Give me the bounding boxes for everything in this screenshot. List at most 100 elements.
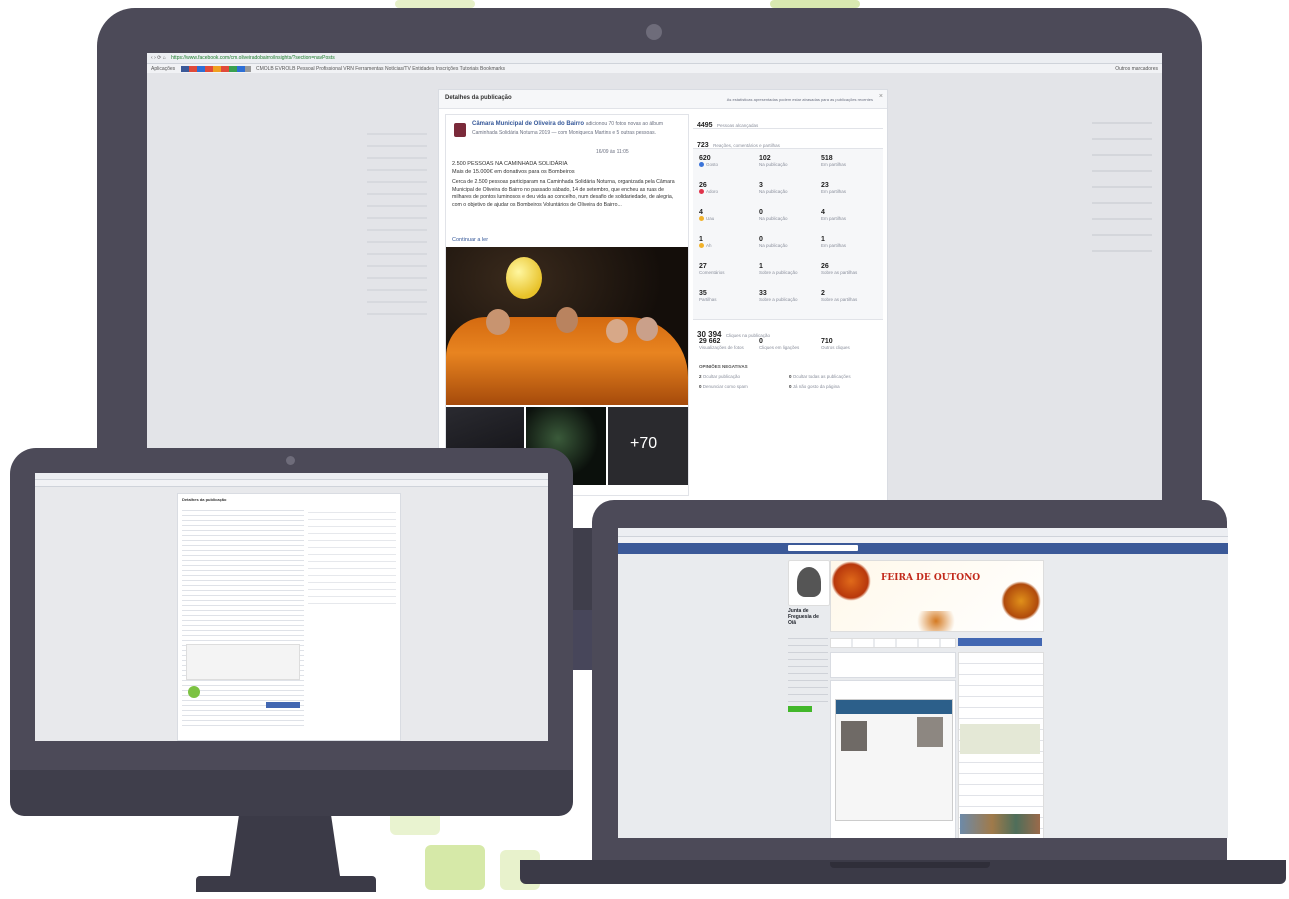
bookmark-item[interactable]: Entidades bbox=[412, 66, 434, 72]
balloon-shape bbox=[506, 257, 542, 299]
page-left-menu bbox=[788, 632, 828, 702]
bookmark-item[interactable]: Ferramentas bbox=[355, 66, 383, 72]
stat-label: Em partilhas bbox=[821, 162, 847, 167]
like-page-button[interactable] bbox=[958, 638, 1042, 646]
cover-banner[interactable]: FEIRA DE OUTONO bbox=[830, 560, 1044, 632]
facebook-top-bar bbox=[618, 543, 1228, 554]
photo-views-label: Visualizações de fotos bbox=[699, 345, 744, 350]
home-icon[interactable]: ⌂ bbox=[163, 55, 166, 61]
wow-count: 4 bbox=[699, 209, 703, 216]
bookmark-item[interactable]: Profissional bbox=[316, 66, 342, 72]
bookmark-item[interactable]: Bookmarks bbox=[480, 66, 505, 72]
banner-title: FEIRA DE OUTONO bbox=[881, 573, 981, 583]
post-body: Cerca de 2.500 pessoas participaram na C… bbox=[452, 179, 675, 208]
bookmark-item[interactable]: VRN bbox=[343, 66, 354, 72]
photo-strip[interactable] bbox=[960, 814, 1040, 834]
stat-value: 518 bbox=[821, 155, 833, 162]
continue-reading-link[interactable]: Continuar a ler bbox=[452, 237, 488, 243]
stat-value: 4 bbox=[821, 209, 825, 216]
stat-label: Sobre as partilhas bbox=[821, 270, 858, 275]
negative-label: Denunciar como spam bbox=[702, 384, 748, 389]
post-card: Câmara Municipal de Oliveira do Bairro a… bbox=[445, 114, 689, 496]
post-date[interactable]: 16/09 às 11:05 bbox=[596, 149, 629, 156]
reload-icon[interactable]: ⟳ bbox=[157, 55, 161, 61]
comments-count: 27 bbox=[699, 263, 707, 270]
like-count: 620 bbox=[699, 155, 711, 162]
stat-label: Sobre a publicação bbox=[759, 297, 798, 302]
negative-label: Já não gosto da página bbox=[792, 384, 840, 389]
more-photos-count: +70 bbox=[630, 435, 658, 452]
stat-label: Na publicação bbox=[759, 162, 788, 167]
negative-feedback-title: OPINIÕES NEGATIVAS bbox=[699, 364, 748, 369]
haha-label: Ah bbox=[706, 243, 712, 248]
love-icon bbox=[699, 189, 704, 195]
link-clicks-count: 0 bbox=[759, 338, 763, 345]
negative-value: 0 bbox=[699, 384, 702, 389]
love-label: Adoro bbox=[706, 189, 719, 194]
dialog-header: Detalhes da publicação As estatísticas a… bbox=[439, 90, 887, 109]
stat-label: Na publicação bbox=[759, 243, 788, 248]
shares-label: Partilhas bbox=[699, 297, 717, 302]
laptop-notch bbox=[830, 862, 990, 868]
browser-toolbar bbox=[35, 473, 548, 480]
check-icon bbox=[188, 686, 200, 698]
map-widget[interactable] bbox=[960, 724, 1040, 754]
small-monitor-stand bbox=[230, 816, 340, 876]
feed-post bbox=[830, 680, 956, 838]
wow-label: Uau bbox=[706, 216, 715, 221]
search-input[interactable] bbox=[788, 545, 858, 551]
close-icon[interactable]: × bbox=[879, 93, 883, 100]
avatar[interactable] bbox=[454, 123, 466, 137]
link-clicks-label: Cliques em ligações bbox=[759, 345, 800, 350]
bookmark-item[interactable]: EVROLB bbox=[275, 66, 295, 72]
action-button[interactable] bbox=[788, 706, 812, 712]
post-author[interactable]: Câmara Municipal de Oliveira do Bairro bbox=[472, 121, 584, 127]
stat-label: Em partilhas bbox=[821, 243, 847, 248]
small-monitor-base bbox=[196, 876, 376, 892]
bookmark-item[interactable]: Pessoal bbox=[297, 66, 315, 72]
page-name[interactable]: Junta de Freguesia de Oiã bbox=[788, 608, 828, 626]
post-details-dialog: Detalhes da publicação bbox=[177, 493, 401, 741]
stats-column: 4495 Pessoas alcançadas 723 Reações, com… bbox=[693, 110, 883, 525]
primary-button[interactable] bbox=[266, 702, 300, 708]
url-bar[interactable]: https://www.facebook.com/cm.oliveiradoba… bbox=[171, 55, 335, 61]
like-icon bbox=[699, 162, 704, 168]
laptop-screen: Junta de Freguesia de Oiã FEIRA DE OUTON… bbox=[618, 528, 1228, 838]
small-monitor-chin bbox=[10, 770, 573, 816]
wow-icon bbox=[699, 216, 704, 222]
haha-count: 1 bbox=[699, 236, 703, 243]
dialog-title: Detalhes da publicação bbox=[445, 95, 512, 101]
stat-value: 102 bbox=[759, 155, 771, 162]
create-post-box[interactable] bbox=[830, 652, 956, 678]
page-logo[interactable] bbox=[788, 560, 830, 606]
decorative-square bbox=[425, 845, 485, 890]
bookmark-item[interactable]: Notícias/TV bbox=[385, 66, 411, 72]
stat-label: Na publicação bbox=[759, 189, 788, 194]
bookmark-item[interactable]: Tutoriais bbox=[460, 66, 479, 72]
stat-label: Em partilhas bbox=[821, 216, 847, 221]
negative-label: Ocultar todas as publicações bbox=[792, 374, 851, 379]
camera-icon bbox=[646, 24, 662, 40]
stat-label: Na publicação bbox=[759, 216, 788, 221]
love-count: 26 bbox=[699, 182, 707, 189]
bookmark-item[interactable]: CMOLB bbox=[256, 66, 274, 72]
photo-thumbnail-more[interactable]: +70 bbox=[608, 407, 688, 485]
haha-icon bbox=[699, 243, 704, 249]
decorative-square bbox=[770, 0, 860, 8]
stat-value: 1 bbox=[821, 236, 825, 243]
bookmark-item[interactable]: Aplicações bbox=[151, 66, 175, 72]
browser-toolbar bbox=[618, 528, 1228, 537]
forward-icon[interactable]: › bbox=[154, 55, 156, 61]
bookmarks-bar bbox=[35, 480, 548, 487]
back-icon[interactable]: ‹ bbox=[151, 55, 153, 61]
negative-value: 0 bbox=[789, 374, 792, 379]
negative-value: 0 bbox=[789, 384, 792, 389]
stat-value: 0 bbox=[759, 236, 763, 243]
stat-value: 23 bbox=[821, 182, 829, 189]
bookmark-item[interactable]: Inscrições bbox=[436, 66, 459, 72]
post-photo[interactable] bbox=[446, 247, 688, 405]
dimmed-right-column bbox=[1092, 108, 1152, 258]
stat-value: 33 bbox=[759, 290, 767, 297]
negative-value: 2 bbox=[699, 374, 702, 379]
stat-value: 3 bbox=[759, 182, 763, 189]
